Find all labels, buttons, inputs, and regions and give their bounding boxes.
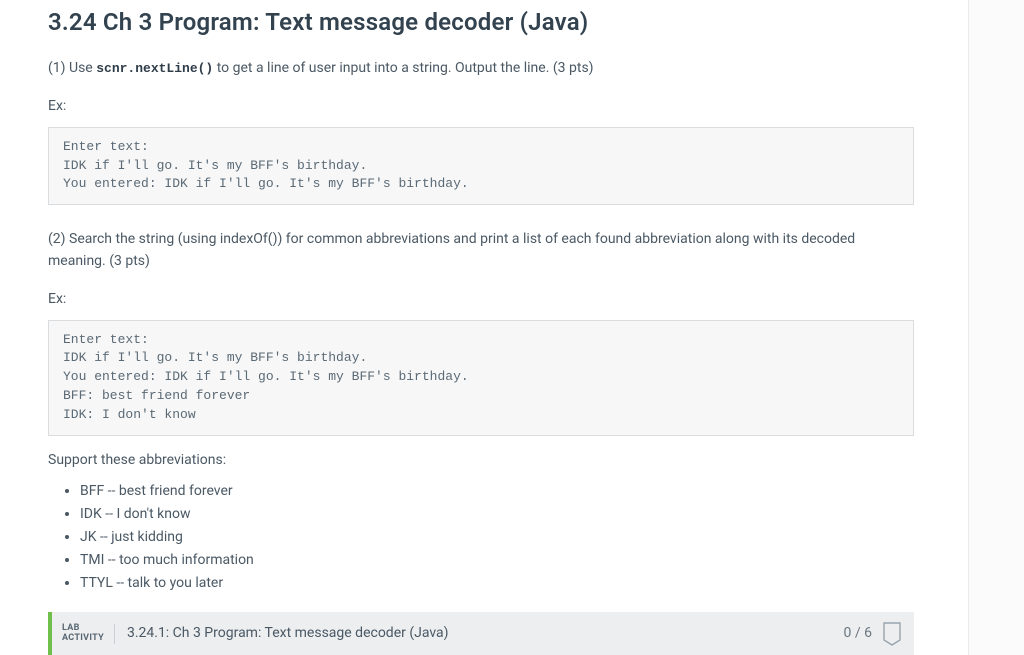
step-2-instruction: (2) Search the string (using indexOf()) … [48, 229, 914, 272]
step-1-instruction: (1) Use scnr.nextLine() to get a line of… [48, 58, 914, 80]
abbreviations-list: BFF -- best friend forever IDK -- I don'… [48, 481, 914, 594]
list-item: TMI -- too much information [80, 550, 914, 571]
lab-tag-line2: ACTIVITY [62, 634, 104, 644]
inline-code-scnr: scnr.nextLine() [96, 61, 213, 76]
step-1-suffix: to get a line of user input into a strin… [213, 60, 593, 76]
page-title: 3.24 Ch 3 Program: Text message decoder … [48, 4, 914, 40]
example-label-1: Ex: [48, 96, 914, 117]
lab-activity-bar: LAB ACTIVITY 3.24.1: Ch 3 Program: Text … [48, 612, 914, 655]
list-item: IDK -- I don't know [80, 504, 914, 525]
lab-score: 0 / 6 [844, 623, 872, 644]
lab-activity-title: 3.24.1: Ch 3 Program: Text message decod… [127, 623, 844, 644]
bookmark-icon[interactable] [882, 622, 902, 646]
example-output-1: Enter text: IDK if I'll go. It's my BFF'… [48, 127, 914, 206]
abbreviations-heading: Support these abbreviations: [48, 450, 914, 471]
right-gutter [968, 0, 1024, 655]
list-item: TTYL -- talk to you later [80, 573, 914, 594]
example-label-2: Ex: [48, 289, 914, 310]
lab-activity-tag: LAB ACTIVITY [62, 624, 115, 644]
step-1-prefix: (1) Use [48, 60, 96, 76]
list-item: JK -- just kidding [80, 527, 914, 548]
example-output-2: Enter text: IDK if I'll go. It's my BFF'… [48, 320, 914, 436]
list-item: BFF -- best friend forever [80, 481, 914, 502]
lesson-content: 3.24 Ch 3 Program: Text message decoder … [0, 0, 962, 655]
